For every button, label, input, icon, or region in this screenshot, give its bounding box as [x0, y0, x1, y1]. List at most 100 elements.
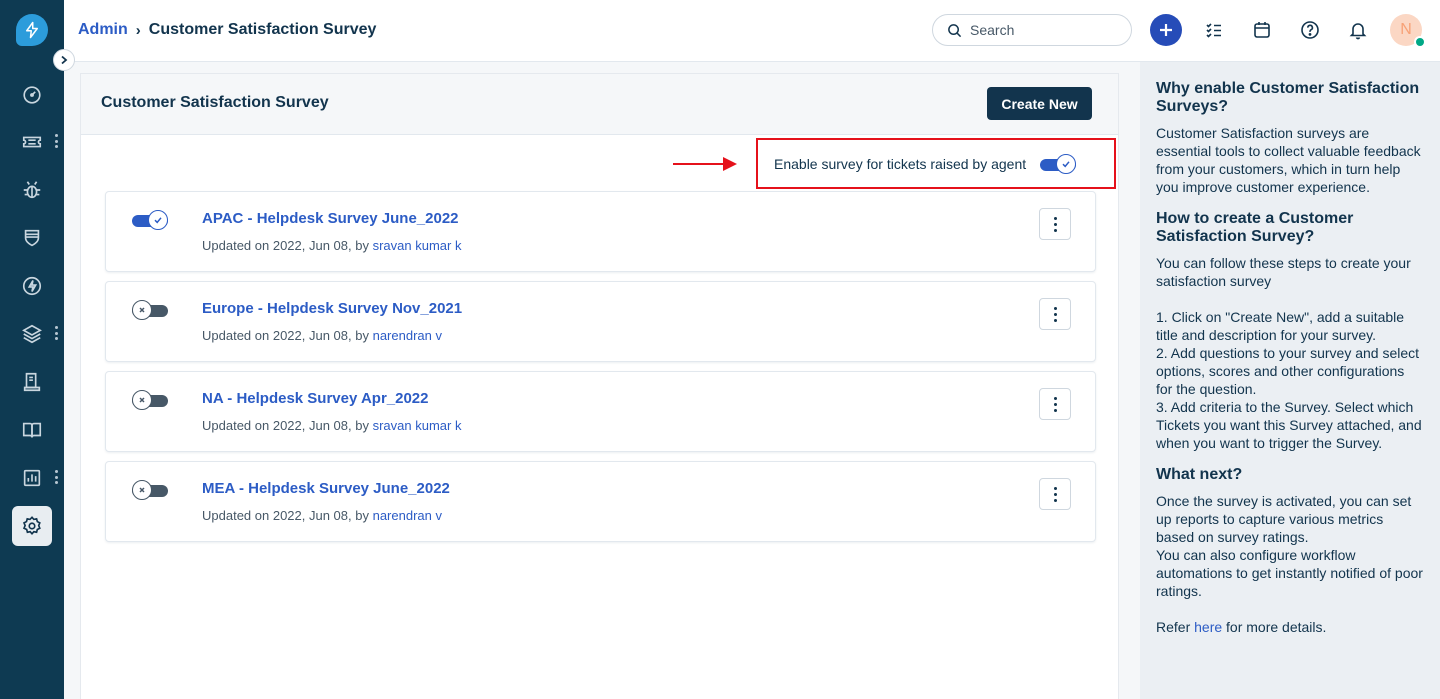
- close-icon: [139, 487, 145, 493]
- chevron-right-icon: [61, 55, 68, 65]
- nav-assets-more-icon[interactable]: [52, 326, 60, 340]
- tickets-icon: [22, 136, 42, 148]
- search-icon: [948, 23, 962, 37]
- solutions-icon: [23, 372, 41, 392]
- survey-more-actions-button[interactable]: [1039, 478, 1071, 510]
- new-plus-icon: [1160, 24, 1172, 36]
- expand-sidebar-button[interactable]: [53, 49, 75, 71]
- survey-toggle[interactable]: [132, 390, 168, 410]
- new-button[interactable]: [1150, 14, 1182, 46]
- survey-updated-info: Updated on 2022, Jun 08, by narendran v: [202, 328, 442, 343]
- nav-reports-more-icon[interactable]: [52, 470, 60, 484]
- help-how-title: How to create a Customer Satisfaction Su…: [1156, 210, 1354, 245]
- help-next-title: What next?: [1156, 466, 1243, 483]
- releases-icon: [22, 276, 42, 296]
- breadcrumb: Admin › Customer Satisfaction Survey: [78, 21, 376, 39]
- agent-survey-toggle[interactable]: [1040, 153, 1077, 174]
- agent-survey-setting: Enable survey for tickets raised by agen…: [756, 138, 1116, 189]
- agent-survey-label: Enable survey for tickets raised by agen…: [774, 155, 1027, 172]
- help-how-step-1: 1. Click on "Create New", add a suitable…: [1156, 309, 1405, 343]
- panel-header: Customer Satisfaction Survey Create New: [81, 74, 1118, 135]
- close-icon: [139, 397, 145, 403]
- nav-admin[interactable]: [12, 506, 52, 546]
- survey-panel: Customer Satisfaction Survey Create New …: [80, 73, 1119, 699]
- help-next-body-1: Once the survey is activated, you can se…: [1156, 493, 1412, 545]
- survey-toggle[interactable]: [132, 210, 168, 230]
- nav-knowledge[interactable]: [12, 410, 52, 450]
- help-button[interactable]: [1294, 14, 1326, 46]
- nav-tickets-more-icon[interactable]: [52, 134, 60, 148]
- assets-icon: [22, 324, 42, 344]
- admin-settings-icon: [22, 516, 41, 536]
- survey-name-link[interactable]: APAC - Helpdesk Survey June_2022: [202, 210, 459, 227]
- survey-item: MEA - Helpdesk Survey June_2022 Updated …: [105, 461, 1096, 542]
- survey-name-link[interactable]: NA - Helpdesk Survey Apr_2022: [202, 390, 429, 407]
- survey-updated-info: Updated on 2022, Jun 08, by sravan kumar…: [202, 418, 461, 433]
- survey-name-link[interactable]: Europe - Helpdesk Survey Nov_2021: [202, 300, 462, 317]
- help-here-link[interactable]: here: [1194, 619, 1222, 635]
- tasks-icon: [1206, 23, 1221, 38]
- survey-name-link[interactable]: MEA - Helpdesk Survey June_2022: [202, 480, 450, 497]
- survey-toggle[interactable]: [132, 480, 168, 500]
- page-title: Customer Satisfaction Survey: [101, 94, 329, 111]
- help-how-step-3: 3. Add criteria to the Survey. Select wh…: [1156, 399, 1422, 451]
- help-how-intro: You can follow these steps to create you…: [1156, 255, 1411, 289]
- nav-assets[interactable]: [12, 314, 52, 354]
- help-panel: Why enable Customer Satisfaction Surveys…: [1140, 62, 1440, 699]
- notifications-icon: [1349, 23, 1367, 40]
- survey-updated-by-link[interactable]: sravan kumar k: [373, 418, 462, 433]
- changes-icon: [24, 229, 40, 247]
- calendar-icon: [1254, 22, 1270, 38]
- logo-icon[interactable]: [16, 14, 48, 46]
- survey-updated-info: Updated on 2022, Jun 08, by narendran v: [202, 508, 442, 523]
- help-refer: Refer here for more details.: [1156, 618, 1424, 636]
- survey-item: Europe - Helpdesk Survey Nov_2021 Update…: [105, 281, 1096, 362]
- help-why-body: Customer Satisfaction surveys are essent…: [1156, 125, 1421, 195]
- search-input[interactable]: [970, 22, 1120, 38]
- search-box[interactable]: [932, 14, 1132, 46]
- problems-icon: [23, 181, 41, 199]
- breadcrumb-current: Customer Satisfaction Survey: [148, 21, 377, 38]
- survey-updated-info: Updated on 2022, Jun 08, by sravan kumar…: [202, 238, 461, 253]
- check-icon: [1062, 160, 1070, 168]
- nav-changes[interactable]: [12, 218, 52, 258]
- survey-toggle[interactable]: [132, 300, 168, 320]
- help-next-body-2: You can also configure workflow automati…: [1156, 547, 1423, 599]
- breadcrumb-separator: ›: [135, 21, 141, 39]
- knowledge-icon: [22, 422, 42, 438]
- dashboard-icon: [23, 86, 41, 104]
- left-nav: [0, 0, 64, 699]
- survey-more-actions-button[interactable]: [1039, 298, 1071, 330]
- survey-updated-by-link[interactable]: narendran v: [373, 508, 442, 523]
- survey-updated-text: Updated on 2022, Jun 08, by: [202, 238, 369, 253]
- check-icon: [154, 217, 162, 224]
- create-new-button[interactable]: Create New: [987, 87, 1092, 120]
- help-icon: [1301, 21, 1319, 39]
- survey-updated-text: Updated on 2022, Jun 08, by: [202, 418, 369, 433]
- nav-reports[interactable]: [12, 458, 52, 498]
- survey-more-actions-button[interactable]: [1039, 388, 1071, 420]
- help-why-title: Why enable Customer Satisfaction Surveys…: [1156, 80, 1420, 115]
- online-status-badge: [1414, 36, 1426, 48]
- calendar-button[interactable]: [1246, 14, 1278, 46]
- nav-problems[interactable]: [12, 170, 52, 210]
- nav-solutions[interactable]: [12, 362, 52, 402]
- close-icon: [139, 307, 145, 313]
- help-refer-suffix: for more details.: [1226, 619, 1327, 635]
- survey-updated-by-link[interactable]: sravan kumar k: [373, 238, 462, 253]
- survey-item: APAC - Helpdesk Survey June_2022 Updated…: [105, 191, 1096, 272]
- survey-updated-by-link[interactable]: narendran v: [373, 328, 442, 343]
- survey-more-actions-button[interactable]: [1039, 208, 1071, 240]
- nav-dashboard[interactable]: [12, 75, 52, 115]
- nav-tickets[interactable]: [12, 122, 52, 162]
- help-how-step-2: 2. Add questions to your survey and sele…: [1156, 345, 1420, 397]
- survey-updated-text: Updated on 2022, Jun 08, by: [202, 508, 369, 523]
- breadcrumb-admin-link[interactable]: Admin: [78, 21, 128, 39]
- survey-item: NA - Helpdesk Survey Apr_2022 Updated on…: [105, 371, 1096, 452]
- notifications-button[interactable]: [1342, 14, 1374, 46]
- tasks-button[interactable]: [1198, 14, 1230, 46]
- nav-releases[interactable]: [12, 266, 52, 306]
- annotation-arrow: [673, 157, 737, 171]
- top-header: Admin › Customer Satisfaction Survey N: [64, 0, 1440, 62]
- help-refer-prefix: Refer: [1156, 619, 1191, 635]
